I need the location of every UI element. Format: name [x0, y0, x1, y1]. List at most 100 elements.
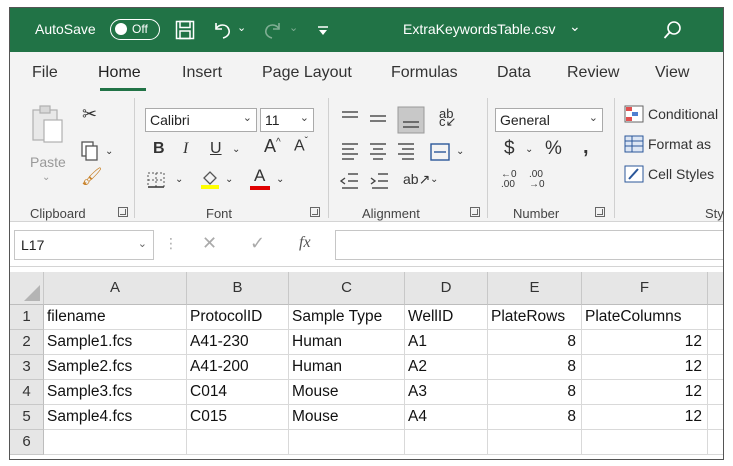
cancel-icon[interactable]: ✕ [202, 233, 217, 254]
cut-icon[interactable]: ✂ [82, 104, 97, 125]
table-cell[interactable]: Sample Type [289, 305, 405, 330]
tab-review[interactable]: Review [567, 64, 619, 82]
table-cell[interactable]: 8 [488, 355, 582, 380]
increase-font-size-icon[interactable]: A^ [264, 136, 281, 157]
indent-icons[interactable] [340, 172, 390, 190]
column-header-d[interactable]: D [405, 272, 488, 305]
table-cell[interactable] [488, 430, 582, 455]
column-header-b[interactable]: B [187, 272, 289, 305]
format-painter-icon[interactable]: 🖌 [81, 167, 103, 187]
table-cell[interactable]: 8 [488, 330, 582, 355]
fill-color-icon[interactable] [200, 168, 220, 190]
table-cell[interactable] [187, 430, 289, 455]
borders-icon[interactable] [147, 172, 165, 188]
increase-decimal-icon[interactable]: ←0.00 [501, 170, 517, 190]
decrease-decimal-icon[interactable]: .00 →0 [529, 170, 545, 190]
table-cell[interactable] [708, 430, 723, 455]
format-as-table-icon[interactable] [624, 135, 644, 153]
format-as-table-label[interactable]: Format as [648, 136, 711, 152]
text-direction-dropdown-icon[interactable]: ⌄ [430, 174, 438, 185]
tab-view[interactable]: View [655, 64, 689, 82]
clipboard-launcher-icon[interactable] [118, 207, 128, 217]
table-cell[interactable]: Mouse [289, 380, 405, 405]
row-header[interactable]: 2 [10, 330, 44, 355]
table-cell[interactable] [708, 405, 723, 430]
table-cell[interactable]: Human [289, 330, 405, 355]
table-cell[interactable]: 12 [582, 330, 708, 355]
tab-home[interactable]: Home [98, 64, 141, 82]
table-cell[interactable] [708, 355, 723, 380]
table-cell[interactable]: Sample3.fcs [44, 380, 187, 405]
underline-dropdown-icon[interactable]: ⌄ [232, 144, 240, 155]
autosave-toggle[interactable]: Off [110, 19, 160, 40]
table-cell[interactable]: 12 [582, 355, 708, 380]
currency-dropdown-icon[interactable]: ⌄ [525, 144, 533, 155]
tab-insert[interactable]: Insert [182, 64, 222, 82]
copy-dropdown-icon[interactable]: ⌄ [105, 146, 113, 157]
document-title[interactable]: ExtraKeywordsTable.csv [403, 21, 556, 37]
insert-function-icon[interactable]: fx [299, 234, 311, 252]
merge-center-icon[interactable] [429, 141, 451, 163]
tab-page-layout[interactable]: Page Layout [262, 64, 352, 82]
table-cell[interactable]: ProtocolID [187, 305, 289, 330]
table-cell[interactable] [44, 430, 187, 455]
row-header[interactable]: 4 [10, 380, 44, 405]
formula-input[interactable] [335, 230, 723, 260]
table-cell[interactable]: C014 [187, 380, 289, 405]
conditional-formatting-icon[interactable] [624, 105, 644, 123]
undo-icon[interactable] [211, 19, 233, 41]
decrease-font-size-icon[interactable]: Aˇ [294, 136, 308, 155]
enter-icon[interactable]: ✓ [250, 233, 265, 254]
row-header[interactable]: 3 [10, 355, 44, 380]
paste-label[interactable]: Paste [30, 154, 66, 170]
column-header-a[interactable]: A [44, 272, 187, 305]
table-cell[interactable] [708, 380, 723, 405]
font-launcher-icon[interactable] [310, 207, 320, 217]
table-cell[interactable]: PlateColumns [582, 305, 708, 330]
font-size-select[interactable]: 11 ⌄ [260, 108, 314, 132]
table-cell[interactable]: Sample2.fcs [44, 355, 187, 380]
tab-data[interactable]: Data [497, 64, 531, 82]
row-header[interactable]: 5 [10, 405, 44, 430]
redo-dropdown-icon[interactable]: ⌄ [289, 21, 298, 34]
number-format-select[interactable]: General ⌄ [495, 108, 603, 132]
table-cell[interactable]: 8 [488, 380, 582, 405]
table-cell[interactable]: C015 [187, 405, 289, 430]
table-cell[interactable]: A3 [405, 380, 488, 405]
font-color-icon[interactable]: A [254, 166, 265, 186]
copy-icon[interactable] [80, 140, 100, 162]
table-cell[interactable] [405, 430, 488, 455]
row-header[interactable]: 1 [10, 305, 44, 330]
number-launcher-icon[interactable] [595, 207, 605, 217]
table-cell[interactable] [582, 430, 708, 455]
tab-formulas[interactable]: Formulas [391, 64, 458, 82]
table-cell[interactable]: Human [289, 355, 405, 380]
merge-dropdown-icon[interactable]: ⌄ [456, 146, 464, 157]
italic-icon[interactable]: I [183, 140, 188, 158]
font-name-select[interactable]: Calibri ⌄ [145, 108, 257, 132]
table-cell[interactable]: Mouse [289, 405, 405, 430]
row-header[interactable]: 6 [10, 430, 44, 455]
table-cell[interactable]: A41-200 [187, 355, 289, 380]
alignment-launcher-icon[interactable] [470, 207, 480, 217]
column-header-g[interactable] [708, 272, 723, 305]
redo-icon[interactable] [262, 19, 284, 41]
font-color-dropdown-icon[interactable]: ⌄ [276, 174, 284, 185]
paste-dropdown-icon[interactable]: ⌄ [42, 172, 50, 183]
name-box[interactable]: L17 ⌄ [14, 230, 154, 260]
table-cell[interactable]: 8 [488, 405, 582, 430]
bold-icon[interactable]: B [153, 140, 165, 158]
table-cell[interactable]: 12 [582, 380, 708, 405]
table-cell[interactable]: filename [44, 305, 187, 330]
drag-handle-icon[interactable]: ⋮ [164, 235, 178, 252]
table-cell[interactable] [708, 305, 723, 330]
customize-toolbar-icon[interactable] [317, 25, 329, 37]
text-direction-icon[interactable]: ab↗ [403, 171, 430, 188]
cell-styles-label[interactable]: Cell Styles [648, 166, 714, 182]
comma-style-icon[interactable]: , [583, 136, 589, 159]
vertical-align-icons[interactable] [340, 106, 428, 134]
table-cell[interactable] [289, 430, 405, 455]
column-header-e[interactable]: E [488, 272, 582, 305]
table-cell[interactable]: A41-230 [187, 330, 289, 355]
fill-color-dropdown-icon[interactable]: ⌄ [225, 174, 233, 185]
